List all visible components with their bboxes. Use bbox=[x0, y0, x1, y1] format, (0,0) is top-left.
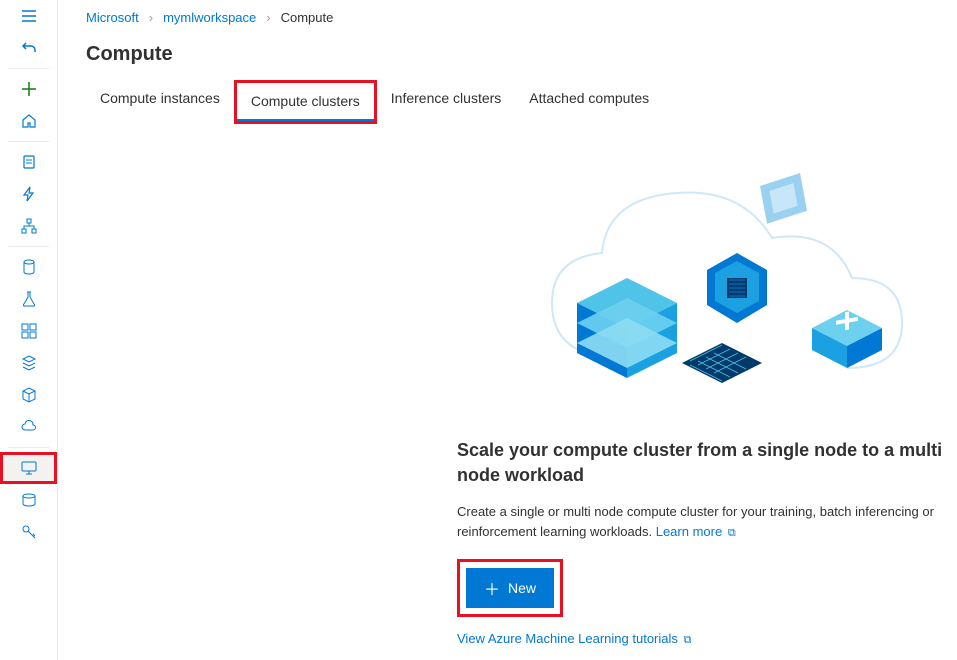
external-link-icon: ⧉ bbox=[684, 634, 692, 647]
divider bbox=[8, 246, 49, 247]
tab-compute-instances[interactable]: Compute instances bbox=[86, 80, 234, 118]
cube-icon[interactable] bbox=[0, 379, 57, 411]
breadcrumb-current: Compute bbox=[281, 10, 334, 25]
flask-icon[interactable] bbox=[0, 283, 57, 315]
monitor-icon[interactable] bbox=[0, 452, 57, 484]
stack-icon[interactable] bbox=[0, 347, 57, 379]
plus-icon: ＋ bbox=[484, 576, 500, 600]
external-link-icon: ⧉ bbox=[728, 525, 736, 542]
tab-compute-clusters[interactable]: Compute clusters bbox=[237, 83, 374, 121]
disk-icon[interactable] bbox=[0, 484, 57, 516]
new-button[interactable]: ＋ New bbox=[466, 568, 554, 608]
hero-description: Create a single or multi node compute cl… bbox=[457, 502, 957, 541]
tutorials-link[interactable]: View Azure Machine Learning tutorials ⧉ bbox=[457, 631, 957, 647]
sidebar bbox=[0, 0, 58, 660]
cloud-icon[interactable] bbox=[0, 411, 57, 443]
hero-heading: Scale your compute cluster from a single… bbox=[457, 438, 957, 488]
hero-panel: Scale your compute cluster from a single… bbox=[457, 158, 957, 647]
tab-inference-clusters[interactable]: Inference clusters bbox=[377, 80, 516, 118]
breadcrumb-link[interactable]: mymlworkspace bbox=[163, 10, 256, 25]
database-icon[interactable] bbox=[0, 251, 57, 283]
learn-more-link[interactable]: Learn more ⧉ bbox=[656, 524, 736, 539]
chevron-right-icon: › bbox=[149, 10, 153, 25]
tabs: Compute instances Compute clusters Infer… bbox=[86, 80, 957, 124]
chevron-right-icon: › bbox=[266, 10, 270, 25]
plus-icon[interactable] bbox=[0, 73, 57, 105]
key-icon[interactable] bbox=[0, 516, 57, 548]
grid-icon[interactable] bbox=[0, 315, 57, 347]
breadcrumb: Microsoft › mymlworkspace › Compute bbox=[86, 0, 957, 39]
page-title: Compute bbox=[86, 43, 957, 66]
lightning-icon[interactable] bbox=[0, 178, 57, 210]
home-icon[interactable] bbox=[0, 105, 57, 137]
divider bbox=[8, 447, 49, 448]
breadcrumb-link[interactable]: Microsoft bbox=[86, 10, 139, 25]
cloud-illustration bbox=[492, 158, 922, 418]
divider bbox=[8, 141, 49, 142]
new-button-highlight: ＋ New bbox=[457, 559, 563, 617]
main-content: Microsoft › mymlworkspace › Compute Comp… bbox=[58, 0, 957, 660]
clipboard-icon[interactable] bbox=[0, 146, 57, 178]
menu-icon[interactable] bbox=[0, 0, 57, 32]
tab-attached-computes[interactable]: Attached computes bbox=[515, 80, 663, 118]
undo-icon[interactable] bbox=[0, 32, 57, 64]
network-icon[interactable] bbox=[0, 210, 57, 242]
divider bbox=[8, 68, 49, 69]
